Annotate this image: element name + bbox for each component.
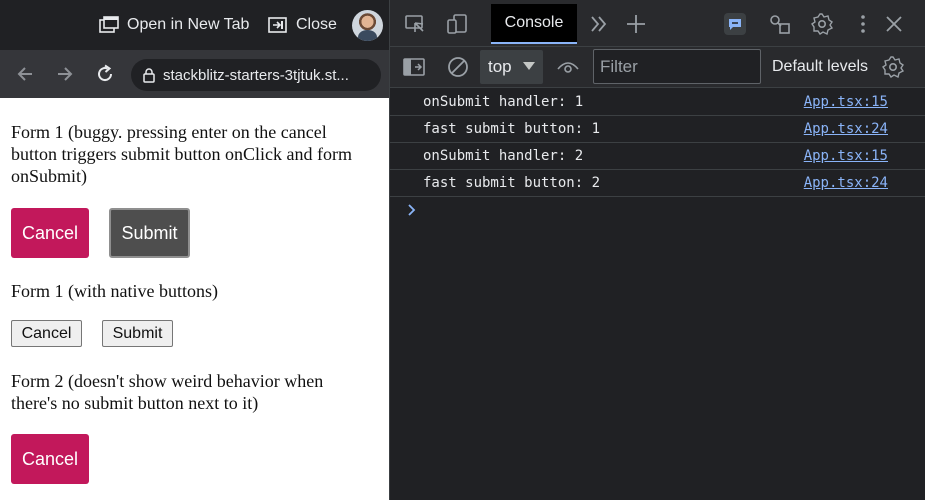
live-expression-eye-icon[interactable] — [556, 55, 580, 79]
log-source-link[interactable]: App.tsx:15 — [804, 94, 888, 110]
caret-down-icon — [523, 62, 535, 70]
device-toolbar-icon[interactable] — [445, 12, 469, 36]
log-message: onSubmit handler: 1 — [423, 94, 584, 110]
context-select[interactable]: top — [480, 50, 543, 84]
log-entry: onSubmit handler: 2 App.tsx:15 — [390, 143, 925, 170]
context-value: top — [488, 57, 512, 76]
form1-native-submit-button[interactable]: Submit — [102, 320, 173, 347]
console-filter-bar: top Default levels — [390, 47, 925, 88]
url-bar[interactable]: stackblitz-starters-3tjtuk.st... — [131, 59, 381, 91]
log-message: fast submit button: 1 — [423, 121, 601, 137]
console-log: onSubmit handler: 1 App.tsx:15 fast subm… — [390, 89, 925, 197]
form2-description: Form 2 (doesn't show weird behavior when… — [11, 371, 324, 413]
console-prompt-chevron-icon[interactable] — [407, 204, 417, 216]
feedback-icon[interactable] — [723, 12, 747, 36]
more-options-icon[interactable] — [851, 12, 875, 36]
form1-native-description: Form 1 (with native buttons) — [11, 281, 218, 301]
log-entry: onSubmit handler: 1 App.tsx:15 — [390, 89, 925, 116]
log-source-link[interactable]: App.tsx:15 — [804, 148, 888, 164]
browser-navbar: stackblitz-starters-3tjtuk.st... — [0, 50, 389, 98]
form1-cancel-button[interactable]: Cancel — [11, 208, 89, 258]
lock-icon — [143, 67, 155, 83]
log-entry: fast submit button: 1 App.tsx:24 — [390, 116, 925, 143]
reload-icon[interactable] — [95, 64, 115, 84]
url-text: stackblitz-starters-3tjtuk.st... — [163, 66, 349, 84]
forward-arrow-icon[interactable] — [55, 64, 75, 84]
avatar[interactable] — [352, 10, 383, 41]
log-source-link[interactable]: App.tsx:24 — [804, 121, 888, 137]
form2-cancel-button[interactable]: Cancel — [11, 434, 89, 484]
filter-input[interactable] — [593, 49, 761, 84]
open-in-new-tab-button[interactable]: Open in New Tab — [99, 13, 249, 37]
devtools-toolbar: Console — [390, 0, 925, 47]
customize-icon[interactable] — [768, 12, 792, 36]
log-source-link[interactable]: App.tsx:24 — [804, 175, 888, 191]
log-entry: fast submit button: 2 App.tsx:24 — [390, 170, 925, 197]
more-tabs-icon[interactable] — [587, 12, 611, 36]
form1-submit-button[interactable]: Submit — [109, 208, 190, 258]
close-panel-icon — [268, 17, 287, 33]
open-in-new-tab-label: Open in New Tab — [127, 16, 250, 33]
tab-console[interactable]: Console — [491, 4, 577, 44]
devtools-panel: Console top Filter Default levels onSubm… — [389, 0, 925, 500]
log-levels-dropdown[interactable]: Default levels — [772, 58, 868, 76]
close-label: Close — [296, 16, 337, 33]
open-new-tab-icon — [99, 16, 119, 33]
back-arrow-icon[interactable] — [15, 64, 35, 84]
log-message: fast submit button: 2 — [423, 175, 601, 191]
clear-console-icon[interactable] — [446, 55, 470, 79]
preview-header: Open in New Tab Close — [0, 0, 389, 50]
page-content: Form 1 (buggy. pressing enter on the can… — [0, 98, 389, 500]
settings-gear-icon[interactable] — [810, 12, 834, 36]
close-devtools-icon[interactable] — [882, 12, 906, 36]
form1-description: Form 1 (buggy. pressing enter on the can… — [11, 122, 352, 186]
add-tab-icon[interactable] — [624, 12, 648, 36]
preview-pane: Open in New Tab Close stackblitz-starter… — [0, 0, 389, 500]
console-settings-gear-icon[interactable] — [881, 55, 905, 79]
log-message: onSubmit handler: 2 — [423, 148, 584, 164]
sidebar-toggle-icon[interactable] — [402, 55, 426, 79]
inspect-element-icon[interactable] — [403, 12, 427, 36]
form1-native-cancel-button[interactable]: Cancel — [11, 320, 82, 347]
close-button[interactable]: Close — [268, 13, 337, 37]
